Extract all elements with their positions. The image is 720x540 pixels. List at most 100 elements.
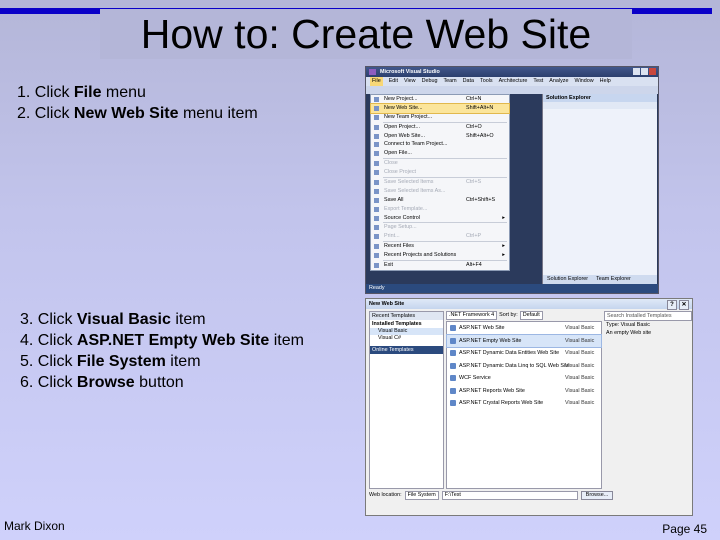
file-menu-item[interactable]: New Project... Ctrl+N <box>371 95 509 104</box>
file-menu-item[interactable]: Save All Ctrl+Shift+S <box>371 196 509 205</box>
menu-item-icon <box>374 105 379 111</box>
recent-templates-item[interactable]: Recent Templates <box>370 312 443 320</box>
file-menu-item[interactable]: Connect to Team Project... <box>371 140 509 149</box>
visual-csharp-item[interactable]: Visual C# <box>370 335 443 342</box>
template-item[interactable]: ASP.NET Dynamic Data Linq to SQL Web Sit… <box>447 360 601 373</box>
menu-item-icon <box>374 97 379 102</box>
menu-edit[interactable]: Edit <box>389 77 398 86</box>
template-item[interactable]: ASP.NET Reports Web Site Visual Basic <box>447 385 601 398</box>
template-language: Visual Basic <box>565 325 595 331</box>
step-text: 2. Click <box>17 105 74 122</box>
visual-basic-item[interactable]: Visual Basic <box>370 328 443 335</box>
file-menu-item: Export Template... <box>371 205 509 214</box>
bottom-tab[interactable]: Solution Explorer <box>547 275 588 284</box>
search-input[interactable]: Search Installed Templates <box>604 311 692 321</box>
browse-button[interactable]: Browse... <box>580 490 614 500</box>
web-location-select[interactable]: File System <box>404 490 439 500</box>
step-text: menu item <box>178 105 258 122</box>
template-name: ASP.NET Dynamic Data Entities Web Site <box>459 350 560 356</box>
vs-toolbar <box>366 86 658 94</box>
vs-titlebar: Microsoft Visual Studio <box>366 67 658 77</box>
template-language: Visual Basic <box>565 400 595 406</box>
template-name: ASP.NET Reports Web Site <box>459 387 525 394</box>
file-menu-item: Save Selected Items As... <box>371 187 509 196</box>
menu-item-icon <box>374 161 379 167</box>
help-icon[interactable]: ? <box>667 300 677 310</box>
menu-item-shortcut: Shift+Alt+N <box>466 104 494 111</box>
file-menu-item[interactable]: New Web Site... Shift+Alt+N <box>370 102 510 114</box>
template-item[interactable]: ASP.NET Crystal Reports Web Site Visual B… <box>447 397 601 410</box>
menu-help[interactable]: Help <box>600 77 611 86</box>
bottom-tab[interactable]: Team Explorer <box>596 275 631 284</box>
menu-item-label: Exit <box>384 262 393 269</box>
file-menu-item[interactable]: New Team Project... <box>371 113 509 122</box>
menu-item-label: New Web Site... <box>384 104 423 111</box>
menu-tools[interactable]: Tools <box>480 77 493 86</box>
template-categories-panel: Recent Templates Installed Templates Vis… <box>369 311 444 489</box>
template-item[interactable]: ASP.NET Web Site Visual Basic <box>447 322 601 335</box>
sort-by-label: Sort by: <box>499 312 518 318</box>
bottom-tabs: Solution Explorer Team Explorer <box>543 275 657 284</box>
step-text: item <box>170 311 206 328</box>
menu-item-shortcut: Alt+F4 <box>466 262 482 269</box>
menu-item-icon <box>374 151 379 157</box>
close-icon[interactable] <box>649 68 656 75</box>
menu-item-icon <box>374 197 379 203</box>
minimize-icon[interactable] <box>633 68 640 75</box>
step-keyword: Visual Basic <box>76 311 171 328</box>
menu-analyze[interactable]: Analyze <box>549 77 568 86</box>
step-keyword: Browse <box>76 374 135 391</box>
installed-templates-item[interactable]: Installed Templates <box>370 320 443 328</box>
solution-explorer-toolbar <box>543 102 657 109</box>
menu-team[interactable]: Team <box>443 77 456 86</box>
slide-title: How to: Create Web Site <box>100 9 632 59</box>
step-keyword: File System <box>76 353 166 370</box>
menu-item-icon <box>374 170 379 176</box>
file-menu-item[interactable]: Recent Files ▸ <box>371 242 509 251</box>
submenu-arrow-icon: ▸ <box>502 252 505 259</box>
framework-select[interactable]: .NET Framework 4 <box>446 311 498 320</box>
template-item[interactable]: ASP.NET Dynamic Data Entities Web Site Vi… <box>447 347 601 360</box>
menu-data[interactable]: Data <box>463 77 474 86</box>
file-menu-item[interactable]: Recent Projects and Solutions ▸ <box>371 251 509 260</box>
submenu-arrow-icon: ▸ <box>502 243 505 250</box>
menu-item-label: Save Selected Items <box>384 179 434 186</box>
maximize-icon[interactable] <box>641 68 648 75</box>
menu-item-icon <box>374 263 379 269</box>
author-footer: Mark Dixon <box>4 519 65 533</box>
template-list: ASP.NET Web Site Visual Basic ASP.NET Empt… <box>446 321 602 489</box>
vs-menubar: File Edit View Debug Team Data Tools Architectu… <box>366 77 658 86</box>
step-keyword: File <box>73 84 102 101</box>
template-icon <box>450 375 456 381</box>
menu-architecture[interactable]: Architecture <box>499 77 528 86</box>
menu-window[interactable]: Window <box>574 77 593 86</box>
menu-file[interactable]: File <box>370 77 383 86</box>
file-menu-item: Page Setup... <box>371 223 509 232</box>
step-text: 5. Click <box>20 353 77 370</box>
step-line: 4. Click ASP.NET Empty Web Site item <box>20 330 304 351</box>
file-menu-item[interactable]: Source Control ▸ <box>371 214 509 223</box>
step-line: 3. Click Visual Basic item <box>20 309 304 330</box>
close-icon[interactable]: ✕ <box>679 300 689 310</box>
steps-file-menu: 1. Click File menu 2. Click New Web Site … <box>17 82 258 124</box>
menu-item-shortcut: Ctrl+S <box>466 179 482 186</box>
template-item[interactable]: ASP.NET Empty Web Site Visual Basic <box>446 333 602 348</box>
menu-item-label: Recent Files <box>384 243 414 250</box>
online-templates-item[interactable]: Online Templates <box>370 346 443 354</box>
file-menu-item: Print... Ctrl+P <box>371 232 509 241</box>
menu-view[interactable]: View <box>404 77 416 86</box>
template-item[interactable]: WCF Service Visual Basic <box>447 372 601 385</box>
menu-item-label: Close Project <box>384 169 417 176</box>
menu-item-label: New Team Project... <box>384 113 433 120</box>
menu-test[interactable]: Test <box>533 77 543 86</box>
file-menu-item[interactable]: Open Project... Ctrl+O <box>371 123 509 132</box>
sort-by-select[interactable]: Default <box>519 311 543 320</box>
file-menu-item[interactable]: Exit Alt+F4 <box>371 261 509 270</box>
template-info-panel: Type: Visual Basic An empty Web site <box>604 321 690 487</box>
file-menu-item[interactable]: Open File... <box>371 149 509 158</box>
file-menu-dropdown: New Project... Ctrl+N New Web Site... Shift… <box>370 94 510 271</box>
web-location-path-input[interactable]: F:\Test <box>441 490 578 500</box>
template-language: Visual Basic <box>565 350 595 356</box>
menu-debug[interactable]: Debug <box>422 77 438 86</box>
file-menu-item[interactable]: Open Web Site... Shift+Alt+O <box>371 132 509 141</box>
